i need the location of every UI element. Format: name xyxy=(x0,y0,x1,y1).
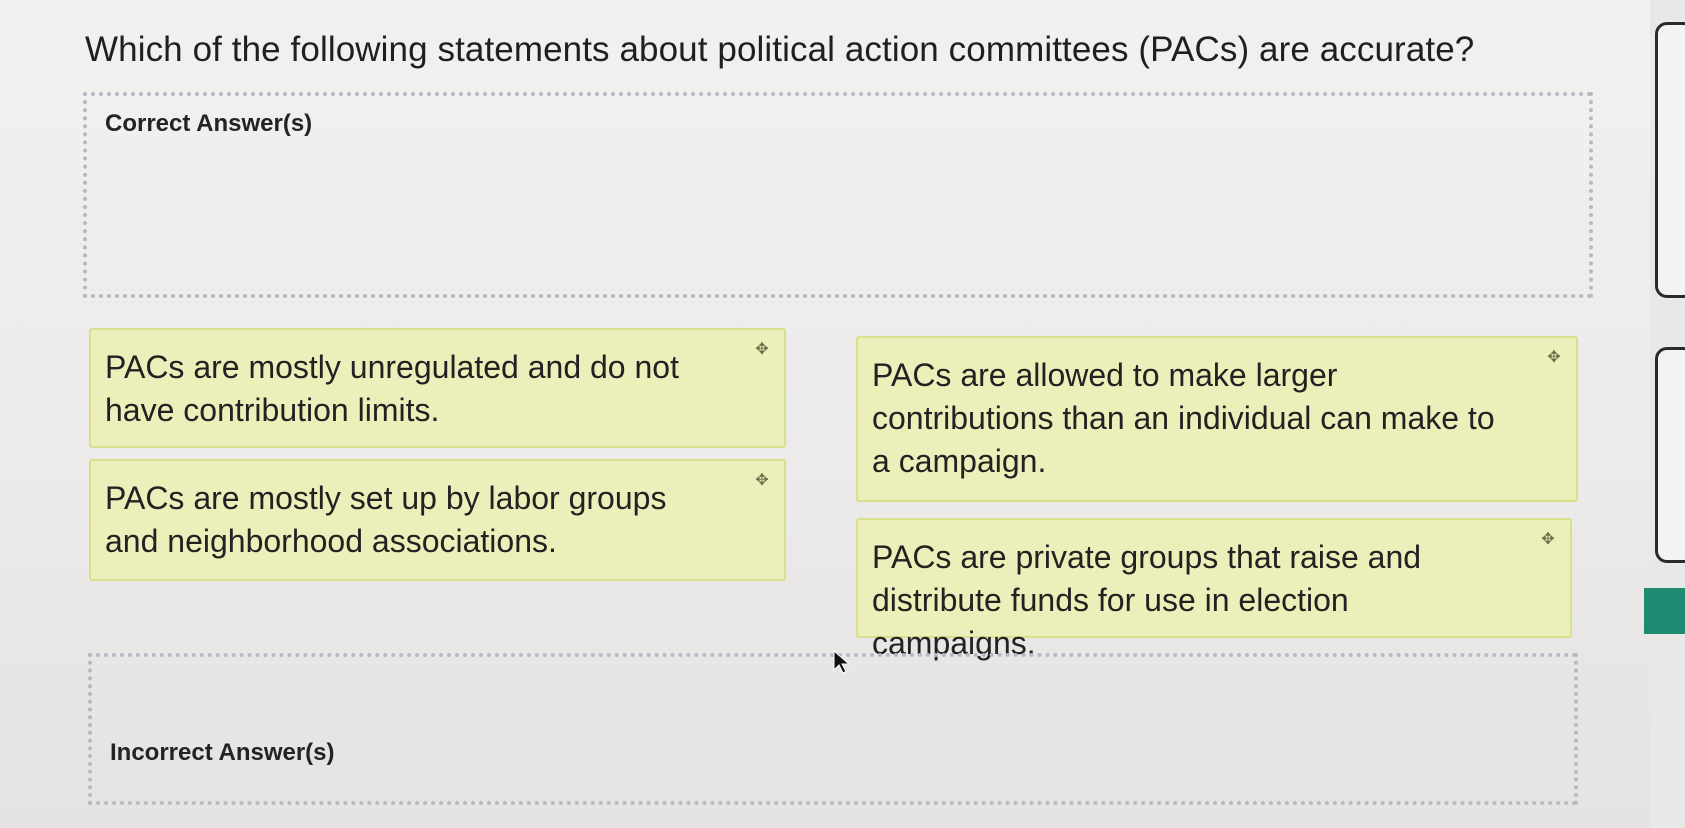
correct-answers-label: Correct Answer(s) xyxy=(105,110,313,137)
answer-card[interactable]: PACs are mostly set up by labor groups a… xyxy=(89,459,786,581)
question-text: Which of the following statements about … xyxy=(85,30,1475,69)
move-icon[interactable]: ✥ xyxy=(1540,532,1556,548)
move-icon[interactable]: ✥ xyxy=(1546,350,1562,366)
move-icon[interactable]: ✥ xyxy=(754,473,770,489)
move-icon[interactable]: ✥ xyxy=(754,342,770,358)
answer-card-text: PACs are private groups that raise and d… xyxy=(872,539,1422,661)
answer-card[interactable]: PACs are private groups that raise and d… xyxy=(856,518,1572,661)
answer-card-text: PACs are allowed to make larger contribu… xyxy=(872,357,1495,479)
correct-answers-dropzone[interactable]: Correct Answer(s) xyxy=(83,92,1593,298)
side-panel[interactable] xyxy=(1655,347,1685,563)
incorrect-answers-label: Incorrect Answer(s) xyxy=(110,739,335,766)
side-panel[interactable] xyxy=(1655,22,1685,298)
answer-card-text: PACs are mostly unregulated and do not h… xyxy=(105,349,679,428)
mouse-cursor-icon xyxy=(833,650,851,674)
side-action-button[interactable] xyxy=(1644,588,1685,634)
answer-card[interactable]: PACs are allowed to make larger contribu… xyxy=(856,336,1578,502)
incorrect-answers-dropzone[interactable]: Incorrect Answer(s) xyxy=(88,653,1578,805)
answer-card[interactable]: PACs are mostly unregulated and do not h… xyxy=(89,328,786,448)
answer-card-text: PACs are mostly set up by labor groups a… xyxy=(105,480,667,559)
